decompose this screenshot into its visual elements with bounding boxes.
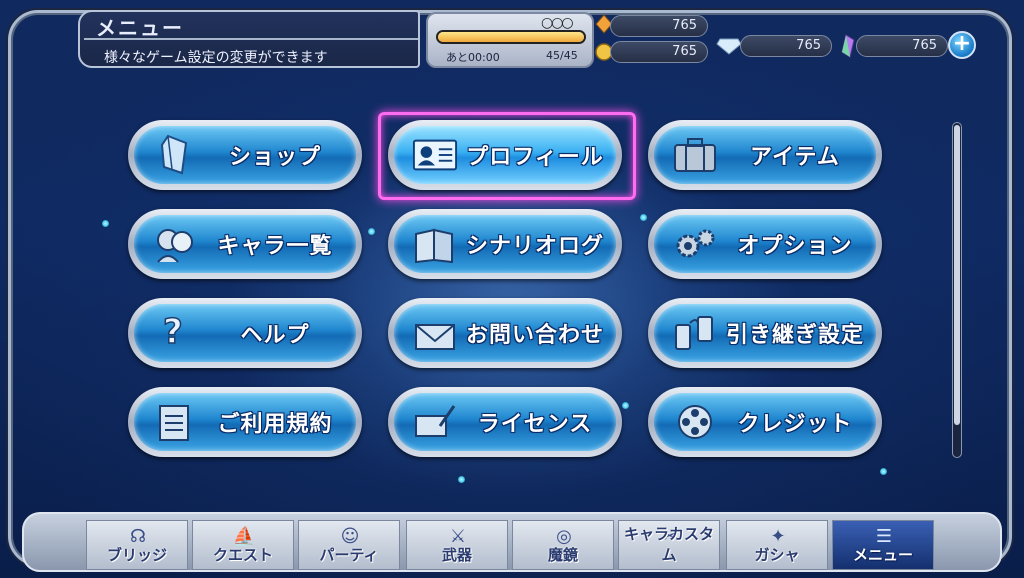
profile-card-icon bbox=[412, 132, 458, 178]
book-icon bbox=[412, 221, 458, 267]
menu-button-4[interactable]: キャラ一覧 bbox=[128, 209, 362, 279]
nav-tab-5[interactable]: ◎ 魔鏡 bbox=[512, 520, 614, 570]
screen-frame bbox=[8, 10, 1012, 566]
nav-tab-label: キャラカスタム bbox=[623, 525, 714, 564]
nav-tab-3[interactable]: ☺ パーティ bbox=[298, 520, 400, 570]
stamina-count: 45/45 bbox=[546, 49, 578, 62]
page-title: メニュー bbox=[96, 16, 184, 40]
menu-button-label: アイテム bbox=[750, 145, 840, 170]
menu-button-11[interactable]: ライセンス bbox=[388, 387, 622, 457]
menu-button-label: ライセンス bbox=[477, 412, 593, 437]
menu-button-label: キャラ一覧 bbox=[217, 234, 333, 259]
sparkle bbox=[458, 476, 465, 483]
menu-button-label: シナリオログ bbox=[465, 234, 604, 259]
crystal-icon bbox=[152, 132, 198, 178]
gear-icon bbox=[672, 221, 718, 267]
suitcase-icon bbox=[672, 132, 718, 178]
phones-icon bbox=[672, 310, 718, 356]
question-icon: ? bbox=[152, 310, 198, 356]
menu-button-5[interactable]: シナリオログ bbox=[388, 209, 622, 279]
sparkle bbox=[368, 228, 375, 235]
menu-button-12[interactable]: クレジット bbox=[648, 387, 882, 457]
game-screen: メニュー 様々なゲーム設定の変更ができます ○○○ あと00:00 45/45 … bbox=[0, 0, 1024, 578]
stamina-circles: ○○○ bbox=[541, 15, 574, 31]
nav-tab-label: 武器 bbox=[441, 546, 472, 564]
rainbow-crystal-icon bbox=[838, 34, 858, 58]
menu-button-8[interactable]: お問い合わせ bbox=[388, 298, 622, 368]
nav-tab-1[interactable]: ☊ ブリッジ bbox=[86, 520, 188, 570]
nav-tab-6[interactable]: ✂ キャラカスタム bbox=[618, 520, 720, 570]
currency-coin-count: 765 bbox=[610, 41, 708, 63]
characters-icon bbox=[152, 221, 198, 267]
nav-tab-label: ブリッジ bbox=[106, 546, 167, 564]
diamond-icon bbox=[716, 36, 742, 56]
nav-tab-label: パーティ bbox=[319, 546, 379, 564]
scrollbar[interactable] bbox=[952, 122, 962, 458]
add-currency-button[interactable]: + bbox=[948, 31, 976, 59]
menu-button-label: プロフィール bbox=[466, 145, 604, 170]
menu-button-10[interactable]: ご利用規約 bbox=[128, 387, 362, 457]
menu-button-6[interactable]: オプション bbox=[648, 209, 882, 279]
svg-text:?: ? bbox=[163, 312, 183, 352]
menu-button-3[interactable]: アイテム bbox=[648, 120, 882, 190]
nav-tab-8[interactable]: ☰ メニュー bbox=[832, 520, 934, 570]
sparkle bbox=[622, 402, 629, 409]
nav-tab-4[interactable]: ⚔ 武器 bbox=[406, 520, 508, 570]
sparkle bbox=[640, 214, 647, 221]
currency-diamond-count: 765 bbox=[740, 35, 832, 57]
menu-button-label: ご利用規約 bbox=[217, 412, 333, 437]
envelope-icon bbox=[412, 310, 458, 356]
nav-tab-7[interactable]: ✦ ガシャ bbox=[726, 520, 828, 570]
nav-tab-label: メニュー bbox=[852, 546, 913, 564]
nav-tab-2[interactable]: ⛵ クエスト bbox=[192, 520, 294, 570]
film-reel-icon bbox=[672, 399, 718, 445]
document-icon bbox=[152, 399, 198, 445]
stamina-bar bbox=[436, 30, 586, 44]
page-subtitle: 様々なゲーム設定の変更ができます bbox=[104, 50, 328, 66]
nav-tab-label: 魔鏡 bbox=[547, 546, 578, 564]
menu-button-9[interactable]: 引き継ぎ設定 bbox=[648, 298, 882, 368]
nav-tab-label: ガシャ bbox=[754, 546, 800, 564]
menu-button-label: お問い合わせ bbox=[465, 323, 604, 348]
sparkle bbox=[102, 220, 109, 227]
menu-button-label: ショップ bbox=[228, 145, 321, 170]
menu-button-label: ヘルプ bbox=[240, 323, 310, 348]
stamina-timer: あと00:00 bbox=[446, 51, 500, 64]
currency-gem-count: 765 bbox=[856, 35, 948, 57]
sparkle bbox=[880, 468, 887, 475]
menu-button-label: クレジット bbox=[737, 412, 853, 437]
nav-tab-label: クエスト bbox=[212, 546, 273, 564]
menu-button-1[interactable]: ショップ bbox=[128, 120, 362, 190]
stamina-bar-fill bbox=[438, 32, 584, 42]
menu-button-label: オプション bbox=[737, 234, 853, 259]
menu-button-label: 引き継ぎ設定 bbox=[725, 323, 864, 348]
menu-button-2[interactable]: プロフィール bbox=[388, 120, 622, 190]
currency-crystal-count: 765 bbox=[610, 15, 708, 37]
menu-button-7[interactable]: ? ヘルプ bbox=[128, 298, 362, 368]
scrollbar-thumb[interactable] bbox=[954, 125, 960, 425]
pen-icon bbox=[412, 399, 458, 445]
